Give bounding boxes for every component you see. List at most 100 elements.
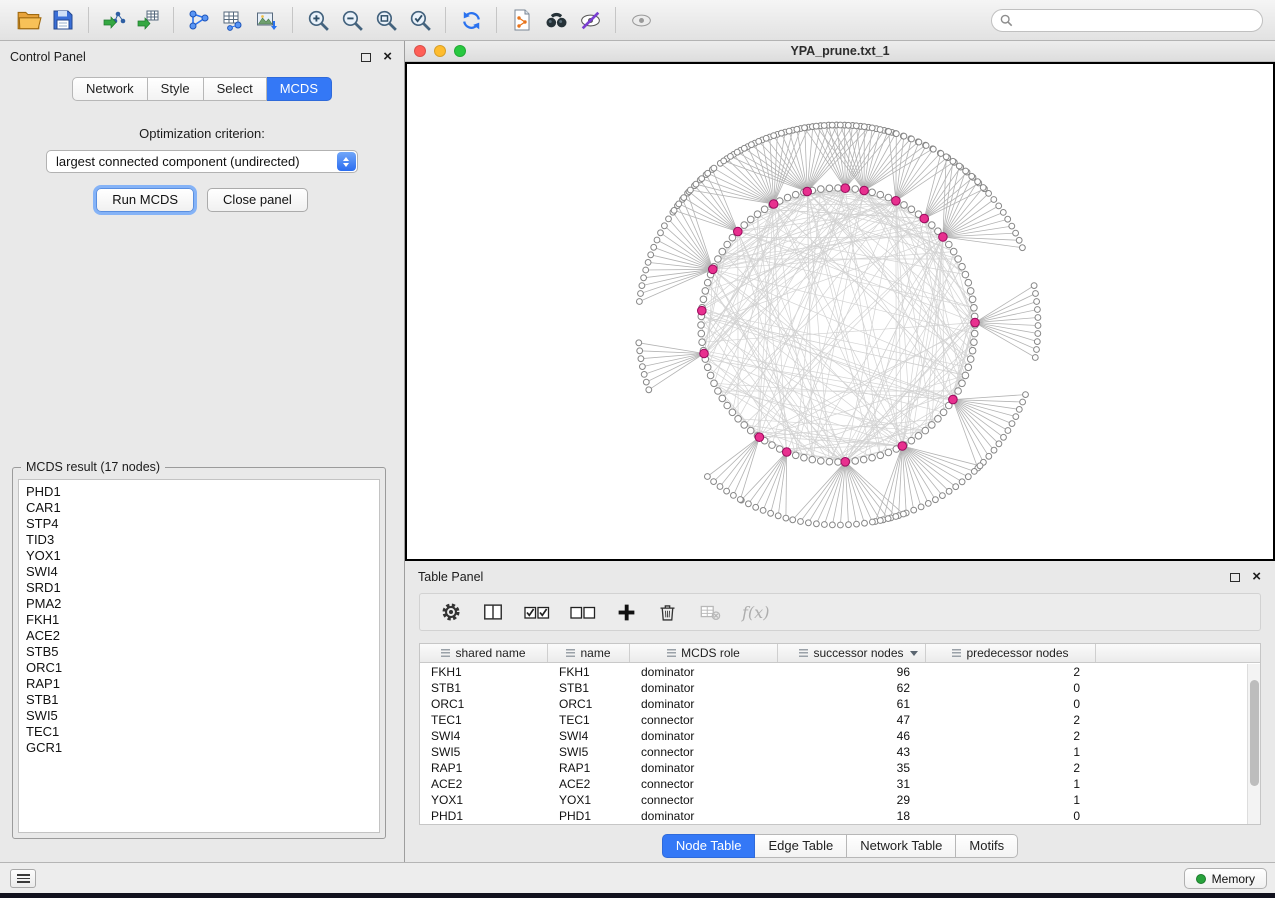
close-table-panel-icon[interactable]: × [1252, 572, 1261, 582]
cell-shared-name: ACE2 [420, 776, 548, 792]
show-hide-panel-button[interactable] [624, 4, 658, 36]
column-header-name[interactable]: name [548, 644, 630, 662]
column-sort-icon [441, 649, 450, 657]
column-label: shared name [455, 646, 525, 660]
cell-successor-nodes: 31 [778, 776, 926, 792]
cell-shared-name: FKH1 [420, 664, 548, 680]
zoom-selected-button[interactable] [403, 4, 437, 36]
table-row[interactable]: STB1 STB1 dominator 62 0 [420, 680, 1247, 696]
memory-button[interactable]: Memory [1184, 868, 1267, 889]
column-header-predecessor-nodes[interactable]: predecessor nodes [926, 644, 1096, 662]
column-header-filler [1096, 644, 1260, 662]
column-header-mcds-role[interactable]: MCDS role [630, 644, 778, 662]
table-row[interactable]: FKH1 FKH1 dominator 96 2 [420, 664, 1247, 680]
toolbar-separator [88, 7, 89, 33]
tab-network-table[interactable]: Network Table [847, 834, 956, 858]
import-network-icon [102, 8, 126, 32]
tab-edge-table[interactable]: Edge Table [755, 834, 847, 858]
table-vertical-scrollbar[interactable] [1247, 664, 1260, 824]
tab-select[interactable]: Select [204, 77, 267, 101]
search-box[interactable] [991, 9, 1263, 32]
table-row[interactable]: PHD1 PHD1 dominator 18 0 [420, 808, 1247, 824]
refresh-view-button[interactable] [454, 4, 488, 36]
mcds-result-item[interactable]: TEC1 [19, 724, 379, 740]
table-row[interactable]: ACE2 ACE2 connector 31 1 [420, 776, 1247, 792]
network-canvas[interactable] [407, 64, 1273, 559]
mcds-result-item[interactable]: ACE2 [19, 628, 379, 644]
status-bar: Memory [0, 862, 1275, 893]
table-settings-gear-icon[interactable] [440, 601, 462, 623]
mcds-result-item[interactable]: YOX1 [19, 548, 379, 564]
new-network-button[interactable] [182, 4, 216, 36]
tab-style[interactable]: Style [148, 77, 204, 101]
close-window-traffic-light[interactable] [414, 45, 426, 57]
export-table-button[interactable] [216, 4, 250, 36]
mcds-result-item[interactable]: FKH1 [19, 612, 379, 628]
float-panel-icon[interactable] [361, 53, 371, 62]
minimize-window-traffic-light[interactable] [434, 45, 446, 57]
scrollbar-thumb[interactable] [1250, 680, 1259, 786]
tab-motifs[interactable]: Motifs [956, 834, 1018, 858]
network-window-titlebar[interactable]: YPA_prune.txt_1 [405, 41, 1275, 62]
share-document-button[interactable] [505, 4, 539, 36]
import-network-from-file-button[interactable] [97, 4, 131, 36]
search-binoculars-button[interactable] [539, 4, 573, 36]
table-row[interactable]: ORC1 ORC1 dominator 61 0 [420, 696, 1247, 712]
mcds-result-item[interactable]: RAP1 [19, 676, 379, 692]
sort-dropdown-chevron-icon[interactable] [910, 651, 918, 656]
delete-row-trash-icon[interactable] [657, 602, 678, 623]
open-file-button[interactable] [12, 4, 46, 36]
column-sort-icon [952, 649, 961, 657]
zoom-out-button[interactable] [335, 4, 369, 36]
float-table-panel-icon[interactable] [1230, 573, 1240, 582]
cell-shared-name: SWI5 [420, 744, 548, 760]
deselect-all-icon[interactable] [570, 603, 596, 621]
mcds-result-item[interactable]: PHD1 [19, 484, 379, 500]
table-row[interactable]: SWI5 SWI5 connector 43 1 [420, 744, 1247, 760]
close-panel-button[interactable]: Close panel [207, 188, 308, 212]
tab-mcds[interactable]: MCDS [267, 77, 332, 101]
mcds-result-item[interactable]: SRD1 [19, 580, 379, 596]
search-input[interactable] [1018, 13, 1254, 27]
add-row-icon[interactable] [616, 602, 637, 623]
cell-predecessor-nodes: 2 [926, 760, 1096, 776]
mcds-result-item[interactable]: STB1 [19, 692, 379, 708]
toggle-graphics-details-button[interactable] [573, 4, 607, 36]
column-header-shared-name[interactable]: shared name [420, 644, 548, 662]
table-row[interactable]: YOX1 YOX1 connector 29 1 [420, 792, 1247, 808]
export-image-button[interactable] [250, 4, 284, 36]
mcds-result-item[interactable]: CAR1 [19, 500, 379, 516]
task-history-button[interactable] [10, 869, 36, 888]
run-mcds-button[interactable]: Run MCDS [96, 188, 194, 212]
mcds-result-item[interactable]: SWI4 [19, 564, 379, 580]
table-row[interactable]: SWI4 SWI4 dominator 46 2 [420, 728, 1247, 744]
mcds-result-item[interactable]: TID3 [19, 532, 379, 548]
tab-node-table[interactable]: Node Table [662, 834, 756, 858]
table-panel-tabs: Node Table Edge Table Network Table Moti… [405, 834, 1275, 858]
optimization-criterion-dropdown[interactable]: largest connected component (undirected) [46, 150, 358, 173]
cell-successor-nodes: 47 [778, 712, 926, 728]
maximize-window-traffic-light[interactable] [454, 45, 466, 57]
column-header-successor-nodes[interactable]: successor nodes [778, 644, 926, 662]
table-row[interactable]: RAP1 RAP1 dominator 35 2 [420, 760, 1247, 776]
save-session-button[interactable] [46, 4, 80, 36]
zoom-fit-button[interactable] [369, 4, 403, 36]
column-label: successor nodes [813, 646, 903, 660]
zoom-in-button[interactable] [301, 4, 335, 36]
mcds-result-item[interactable]: PMA2 [19, 596, 379, 612]
mcds-result-item[interactable]: STB5 [19, 644, 379, 660]
mcds-result-item[interactable]: SWI5 [19, 708, 379, 724]
node-table: shared name name MCDS role successor nod… [419, 643, 1261, 825]
table-row[interactable]: TEC1 TEC1 connector 47 2 [420, 712, 1247, 728]
split-panel-icon[interactable] [482, 601, 504, 623]
mcds-result-item[interactable]: ORC1 [19, 660, 379, 676]
cell-name: FKH1 [548, 664, 630, 680]
column-sort-icon [799, 649, 808, 657]
mcds-result-item[interactable]: GCR1 [19, 740, 379, 756]
app-window: Control Panel × Network Style Select MCD… [0, 0, 1275, 893]
mcds-result-item[interactable]: STP4 [19, 516, 379, 532]
select-all-icon[interactable] [524, 603, 550, 621]
close-panel-icon[interactable]: × [383, 52, 392, 62]
tab-network[interactable]: Network [72, 77, 148, 101]
import-table-from-file-button[interactable] [131, 4, 165, 36]
